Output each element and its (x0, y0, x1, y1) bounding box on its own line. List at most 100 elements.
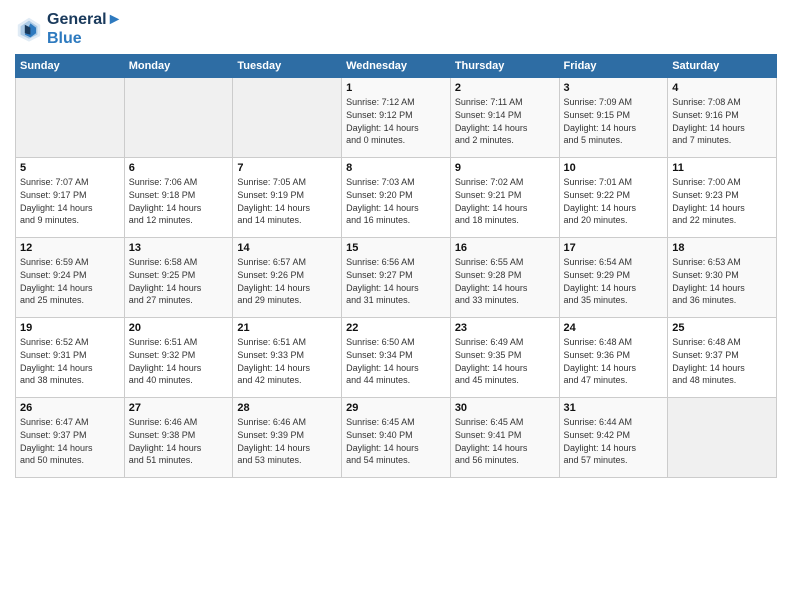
day-number: 17 (564, 242, 664, 254)
calendar-cell: 10 Sunrise: 7:01 AMSunset: 9:22 PMDayligh… (559, 158, 668, 238)
day-number: 16 (455, 242, 555, 254)
day-number: 6 (129, 162, 229, 174)
column-header-monday: Monday (124, 55, 233, 78)
cell-sun-info: Sunrise: 6:49 AMSunset: 9:35 PMDaylight:… (455, 336, 555, 386)
day-number: 25 (672, 322, 772, 334)
cell-sun-info: Sunrise: 7:08 AMSunset: 9:16 PMDaylight:… (672, 96, 772, 146)
cell-sun-info: Sunrise: 6:59 AMSunset: 9:24 PMDaylight:… (20, 256, 120, 306)
calendar-cell: 6 Sunrise: 7:06 AMSunset: 9:18 PMDaylight… (124, 158, 233, 238)
logo: General► Blue (15, 10, 122, 48)
day-number: 5 (20, 162, 120, 174)
calendar-cell (16, 78, 125, 158)
calendar-cell: 4 Sunrise: 7:08 AMSunset: 9:16 PMDaylight… (668, 78, 777, 158)
calendar-cell: 7 Sunrise: 7:05 AMSunset: 9:19 PMDaylight… (233, 158, 342, 238)
calendar-cell: 2 Sunrise: 7:11 AMSunset: 9:14 PMDaylight… (450, 78, 559, 158)
calendar-table: SundayMondayTuesdayWednesdayThursdayFrid… (15, 54, 777, 478)
day-number: 2 (455, 82, 555, 94)
cell-sun-info: Sunrise: 7:12 AMSunset: 9:12 PMDaylight:… (346, 96, 446, 146)
day-number: 15 (346, 242, 446, 254)
calendar-cell: 21 Sunrise: 6:51 AMSunset: 9:33 PMDayligh… (233, 318, 342, 398)
cell-sun-info: Sunrise: 6:52 AMSunset: 9:31 PMDaylight:… (20, 336, 120, 386)
cell-sun-info: Sunrise: 6:45 AMSunset: 9:41 PMDaylight:… (455, 416, 555, 466)
calendar-cell: 22 Sunrise: 6:50 AMSunset: 9:34 PMDayligh… (342, 318, 451, 398)
calendar-cell: 14 Sunrise: 6:57 AMSunset: 9:26 PMDayligh… (233, 238, 342, 318)
day-number: 8 (346, 162, 446, 174)
cell-sun-info: Sunrise: 6:50 AMSunset: 9:34 PMDaylight:… (346, 336, 446, 386)
day-number: 19 (20, 322, 120, 334)
cell-sun-info: Sunrise: 6:44 AMSunset: 9:42 PMDaylight:… (564, 416, 664, 466)
day-number: 29 (346, 402, 446, 414)
cell-sun-info: Sunrise: 7:02 AMSunset: 9:21 PMDaylight:… (455, 176, 555, 226)
day-number: 9 (455, 162, 555, 174)
day-number: 31 (564, 402, 664, 414)
day-number: 22 (346, 322, 446, 334)
calendar-cell: 25 Sunrise: 6:48 AMSunset: 9:37 PMDayligh… (668, 318, 777, 398)
cell-sun-info: Sunrise: 6:51 AMSunset: 9:33 PMDaylight:… (237, 336, 337, 386)
day-number: 12 (20, 242, 120, 254)
calendar-cell: 12 Sunrise: 6:59 AMSunset: 9:24 PMDayligh… (16, 238, 125, 318)
cell-sun-info: Sunrise: 6:53 AMSunset: 9:30 PMDaylight:… (672, 256, 772, 306)
calendar-cell: 13Sunrise: 6:58 AMSunset: 9:25 PMDayligh… (124, 238, 233, 318)
column-header-friday: Friday (559, 55, 668, 78)
calendar-cell: 19 Sunrise: 6:52 AMSunset: 9:31 PMDayligh… (16, 318, 125, 398)
day-number: 14 (237, 242, 337, 254)
calendar-cell: 23 Sunrise: 6:49 AMSunset: 9:35 PMDayligh… (450, 318, 559, 398)
day-number: 11 (672, 162, 772, 174)
column-header-tuesday: Tuesday (233, 55, 342, 78)
cell-sun-info: Sunrise: 7:07 AMSunset: 9:17 PMDaylight:… (20, 176, 120, 226)
calendar-cell (668, 398, 777, 478)
day-number: 27 (129, 402, 229, 414)
day-number: 23 (455, 322, 555, 334)
calendar-cell: 31 Sunrise: 6:44 AMSunset: 9:42 PMDayligh… (559, 398, 668, 478)
calendar-cell: 29 Sunrise: 6:45 AMSunset: 9:40 PMDayligh… (342, 398, 451, 478)
calendar-cell: 28 Sunrise: 6:46 AMSunset: 9:39 PMDayligh… (233, 398, 342, 478)
day-number: 28 (237, 402, 337, 414)
cell-sun-info: Sunrise: 6:57 AMSunset: 9:26 PMDaylight:… (237, 256, 337, 306)
calendar-cell: 8Sunrise: 7:03 AMSunset: 9:20 PMDaylight… (342, 158, 451, 238)
cell-sun-info: Sunrise: 6:47 AMSunset: 9:37 PMDaylight:… (20, 416, 120, 466)
day-number: 4 (672, 82, 772, 94)
cell-sun-info: Sunrise: 6:51 AMSunset: 9:32 PMDaylight:… (129, 336, 229, 386)
cell-sun-info: Sunrise: 7:05 AMSunset: 9:19 PMDaylight:… (237, 176, 337, 226)
day-number: 10 (564, 162, 664, 174)
calendar-cell: 16 Sunrise: 6:55 AMSunset: 9:28 PMDayligh… (450, 238, 559, 318)
logo-icon (15, 15, 43, 43)
cell-sun-info: Sunrise: 6:45 AMSunset: 9:40 PMDaylight:… (346, 416, 446, 466)
day-number: 21 (237, 322, 337, 334)
cell-sun-info: Sunrise: 6:56 AMSunset: 9:27 PMDaylight:… (346, 256, 446, 306)
day-number: 30 (455, 402, 555, 414)
cell-sun-info: Sunrise: 7:09 AMSunset: 9:15 PMDaylight:… (564, 96, 664, 146)
cell-sun-info: Sunrise: 6:48 AMSunset: 9:36 PMDaylight:… (564, 336, 664, 386)
cell-sun-info: Sunrise: 7:00 AMSunset: 9:23 PMDaylight:… (672, 176, 772, 226)
day-number: 7 (237, 162, 337, 174)
column-header-sunday: Sunday (16, 55, 125, 78)
cell-sun-info: Sunrise: 6:58 AMSunset: 9:25 PMDaylight:… (129, 256, 229, 306)
cell-sun-info: Sunrise: 7:11 AMSunset: 9:14 PMDaylight:… (455, 96, 555, 146)
page-header: General► Blue (15, 10, 777, 48)
cell-sun-info: Sunrise: 7:06 AMSunset: 9:18 PMDaylight:… (129, 176, 229, 226)
calendar-cell: 3 Sunrise: 7:09 AMSunset: 9:15 PMDaylight… (559, 78, 668, 158)
cell-sun-info: Sunrise: 6:48 AMSunset: 9:37 PMDaylight:… (672, 336, 772, 386)
calendar-cell: 27Sunrise: 6:46 AMSunset: 9:38 PMDayligh… (124, 398, 233, 478)
calendar-cell: 30 Sunrise: 6:45 AMSunset: 9:41 PMDayligh… (450, 398, 559, 478)
day-number: 20 (129, 322, 229, 334)
day-number: 3 (564, 82, 664, 94)
column-header-wednesday: Wednesday (342, 55, 451, 78)
day-number: 24 (564, 322, 664, 334)
calendar-cell (233, 78, 342, 158)
calendar-cell: 26 Sunrise: 6:47 AMSunset: 9:37 PMDayligh… (16, 398, 125, 478)
cell-sun-info: Sunrise: 7:01 AMSunset: 9:22 PMDaylight:… (564, 176, 664, 226)
day-number: 18 (672, 242, 772, 254)
calendar-cell: 15 Sunrise: 6:56 AMSunset: 9:27 PMDayligh… (342, 238, 451, 318)
calendar-cell (124, 78, 233, 158)
column-header-thursday: Thursday (450, 55, 559, 78)
cell-sun-info: Sunrise: 6:46 AMSunset: 9:39 PMDaylight:… (237, 416, 337, 466)
cell-sun-info: Sunrise: 6:54 AMSunset: 9:29 PMDaylight:… (564, 256, 664, 306)
cell-sun-info: Sunrise: 6:55 AMSunset: 9:28 PMDaylight:… (455, 256, 555, 306)
calendar-cell: 1Sunrise: 7:12 AMSunset: 9:12 PMDaylight… (342, 78, 451, 158)
calendar-cell: 24 Sunrise: 6:48 AMSunset: 9:36 PMDayligh… (559, 318, 668, 398)
day-number: 26 (20, 402, 120, 414)
calendar-cell: 11 Sunrise: 7:00 AMSunset: 9:23 PMDayligh… (668, 158, 777, 238)
calendar-cell: 18 Sunrise: 6:53 AMSunset: 9:30 PMDayligh… (668, 238, 777, 318)
calendar-cell: 5 Sunrise: 7:07 AMSunset: 9:17 PMDaylight… (16, 158, 125, 238)
